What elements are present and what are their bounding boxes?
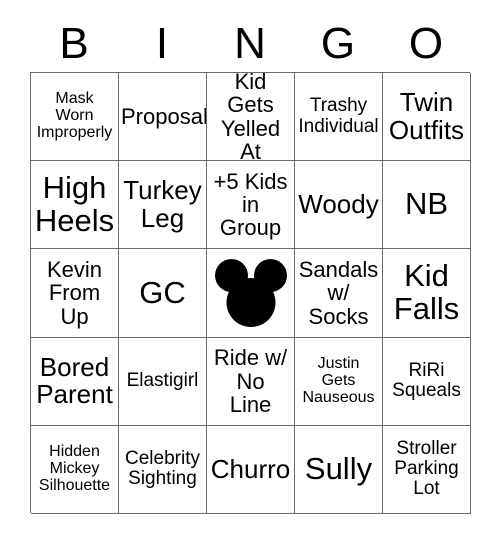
bingo-cell-label: Twin Outfits: [388, 87, 465, 145]
bingo-grid: Mask Worn Improperly Proposal Kid Gets Yel…: [30, 72, 471, 514]
bingo-cell-label: +5 Kids in Group: [213, 168, 288, 241]
bingo-cell-r5-c4[interactable]: Sully: [295, 425, 383, 514]
bingo-cell-r5-c1[interactable]: Hidden Mickey Silhouette: [31, 425, 119, 514]
bingo-cell-r2-c2[interactable]: Turkey Leg: [119, 161, 207, 250]
bingo-cell-label: Churro: [210, 453, 291, 484]
bingo-cell-label: NB: [404, 186, 449, 222]
bingo-cell-label: Kevin From Up: [46, 257, 103, 329]
bingo-cell-r5-c5[interactable]: Stroller Parking Lot: [383, 425, 471, 514]
bingo-cell-r1-c4[interactable]: Trashy Individual: [295, 73, 383, 162]
bingo-cell-r5-c2[interactable]: Celebrity Sighting: [119, 425, 207, 514]
bingo-cell-r1-c2[interactable]: Proposal: [119, 73, 207, 162]
bingo-cell-r4-c1[interactable]: Bored Parent: [31, 337, 119, 426]
bingo-cell-label: Elastigirl: [126, 370, 199, 392]
bingo-header-letter-o: O: [408, 19, 444, 68]
bingo-cell-label: Kid Falls: [393, 258, 460, 326]
bingo-cell-label: High Heels: [34, 169, 115, 238]
bingo-cell-label: GC: [139, 274, 186, 310]
bingo-cell-label: Sully: [304, 450, 373, 486]
bingo-cell-label: RiRi Squeals: [392, 360, 461, 402]
bingo-cell-r1-c3[interactable]: Kid Gets Yelled At: [207, 73, 295, 162]
bingo-cell-label: Stroller Parking Lot: [394, 438, 459, 500]
bingo-cell-label: Proposal: [121, 103, 207, 129]
bingo-cell-r2-c3[interactable]: +5 Kids in Group: [207, 161, 295, 250]
bingo-cell-label: Woody: [298, 189, 379, 219]
bingo-cell-r3-c3[interactable]: [207, 249, 295, 338]
bingo-cell-r3-c2[interactable]: GC: [119, 249, 207, 338]
bingo-cell-label: Bored Parent: [36, 351, 113, 410]
bingo-cell-label: Hidden Mickey Silhouette: [38, 442, 111, 494]
bingo-cell-label: Mask Worn Improperly: [36, 90, 113, 142]
bingo-cell-label: Sandals w/ Socks: [298, 257, 379, 329]
bingo-cell-r1-c5[interactable]: Twin Outfits: [383, 73, 471, 162]
bingo-card: B I N G O Mask Worn Improperly Proposal Kid Ge…: [0, 0, 500, 544]
bingo-cell-label: Celebrity Sighting: [125, 448, 200, 490]
bingo-header-letter-b: B: [59, 19, 89, 68]
bingo-cell-r5-c3[interactable]: Churro: [207, 425, 295, 514]
bingo-header-row: BINGO: [30, 16, 470, 72]
bingo-cell-r4-c2[interactable]: Elastigirl: [119, 337, 207, 426]
bingo-cell-label: Trashy Individual: [298, 95, 379, 137]
bingo-cell-r4-c3[interactable]: Ride w/ No Line: [207, 337, 295, 426]
bingo-cell-r2-c4[interactable]: Woody: [295, 161, 383, 250]
bingo-cell-r4-c5[interactable]: RiRi Squeals: [383, 337, 471, 426]
bingo-cell-label: Ride w/ No Line: [213, 345, 288, 417]
bingo-cell-r2-c1[interactable]: High Heels: [31, 161, 119, 250]
bingo-header-letter-g: G: [320, 19, 356, 68]
bingo-cell-label: Kid Gets Yelled At: [220, 73, 281, 162]
bingo-cell-r3-c1[interactable]: Kevin From Up: [31, 249, 119, 338]
bingo-cell-label: Turkey Leg: [123, 175, 202, 233]
mickey-mouse-silhouette-icon: [214, 258, 287, 327]
bingo-cell-r2-c5[interactable]: NB: [383, 161, 471, 250]
bingo-cell-r3-c5[interactable]: Kid Falls: [383, 249, 471, 338]
bingo-cell-label: Justin Gets Nauseous: [302, 354, 375, 406]
bingo-cell-r3-c4[interactable]: Sandals w/ Socks: [295, 249, 383, 338]
bingo-cell-r1-c1[interactable]: Mask Worn Improperly: [31, 73, 119, 162]
bingo-cell-r4-c4[interactable]: Justin Gets Nauseous: [295, 337, 383, 426]
bingo-header-letter-n: N: [234, 19, 266, 68]
bingo-header-letter-i: I: [155, 19, 169, 68]
